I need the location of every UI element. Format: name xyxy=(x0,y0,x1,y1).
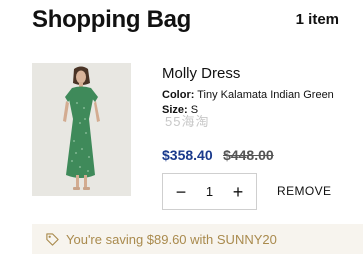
page-title: Shopping Bag xyxy=(32,6,192,33)
quantity-stepper: − 1 + xyxy=(162,173,257,210)
item-count: 1 item xyxy=(295,11,339,28)
product-name[interactable]: Molly Dress xyxy=(162,64,352,84)
bag-header: Shopping Bag 1 item xyxy=(0,0,363,44)
tag-icon xyxy=(46,232,59,246)
remove-button[interactable]: REMOVE xyxy=(277,184,331,198)
increment-button[interactable]: + xyxy=(230,183,246,201)
product-image[interactable] xyxy=(32,63,131,196)
color-value: Tiny Kalamata Indian Green xyxy=(197,89,334,101)
item-details: Molly Dress Color: Tiny Kalamata Indian … xyxy=(162,64,352,117)
color-label: Color: xyxy=(162,89,195,101)
savings-banner: You're saving $89.60 with SUNNY20 xyxy=(32,224,363,254)
savings-text: You're saving $89.60 with SUNNY20 xyxy=(66,231,277,247)
sale-price: $358.40 xyxy=(162,147,213,163)
decrement-button[interactable]: − xyxy=(173,183,189,201)
original-price: $448.00 xyxy=(223,147,274,163)
color-attribute: Color: Tiny Kalamata Indian Green xyxy=(162,89,352,102)
price-block: $358.40 $448.00 xyxy=(162,147,274,165)
product-photo xyxy=(32,63,131,196)
watermark: 55海淘 xyxy=(165,114,210,129)
quantity-value: 1 xyxy=(205,184,214,199)
